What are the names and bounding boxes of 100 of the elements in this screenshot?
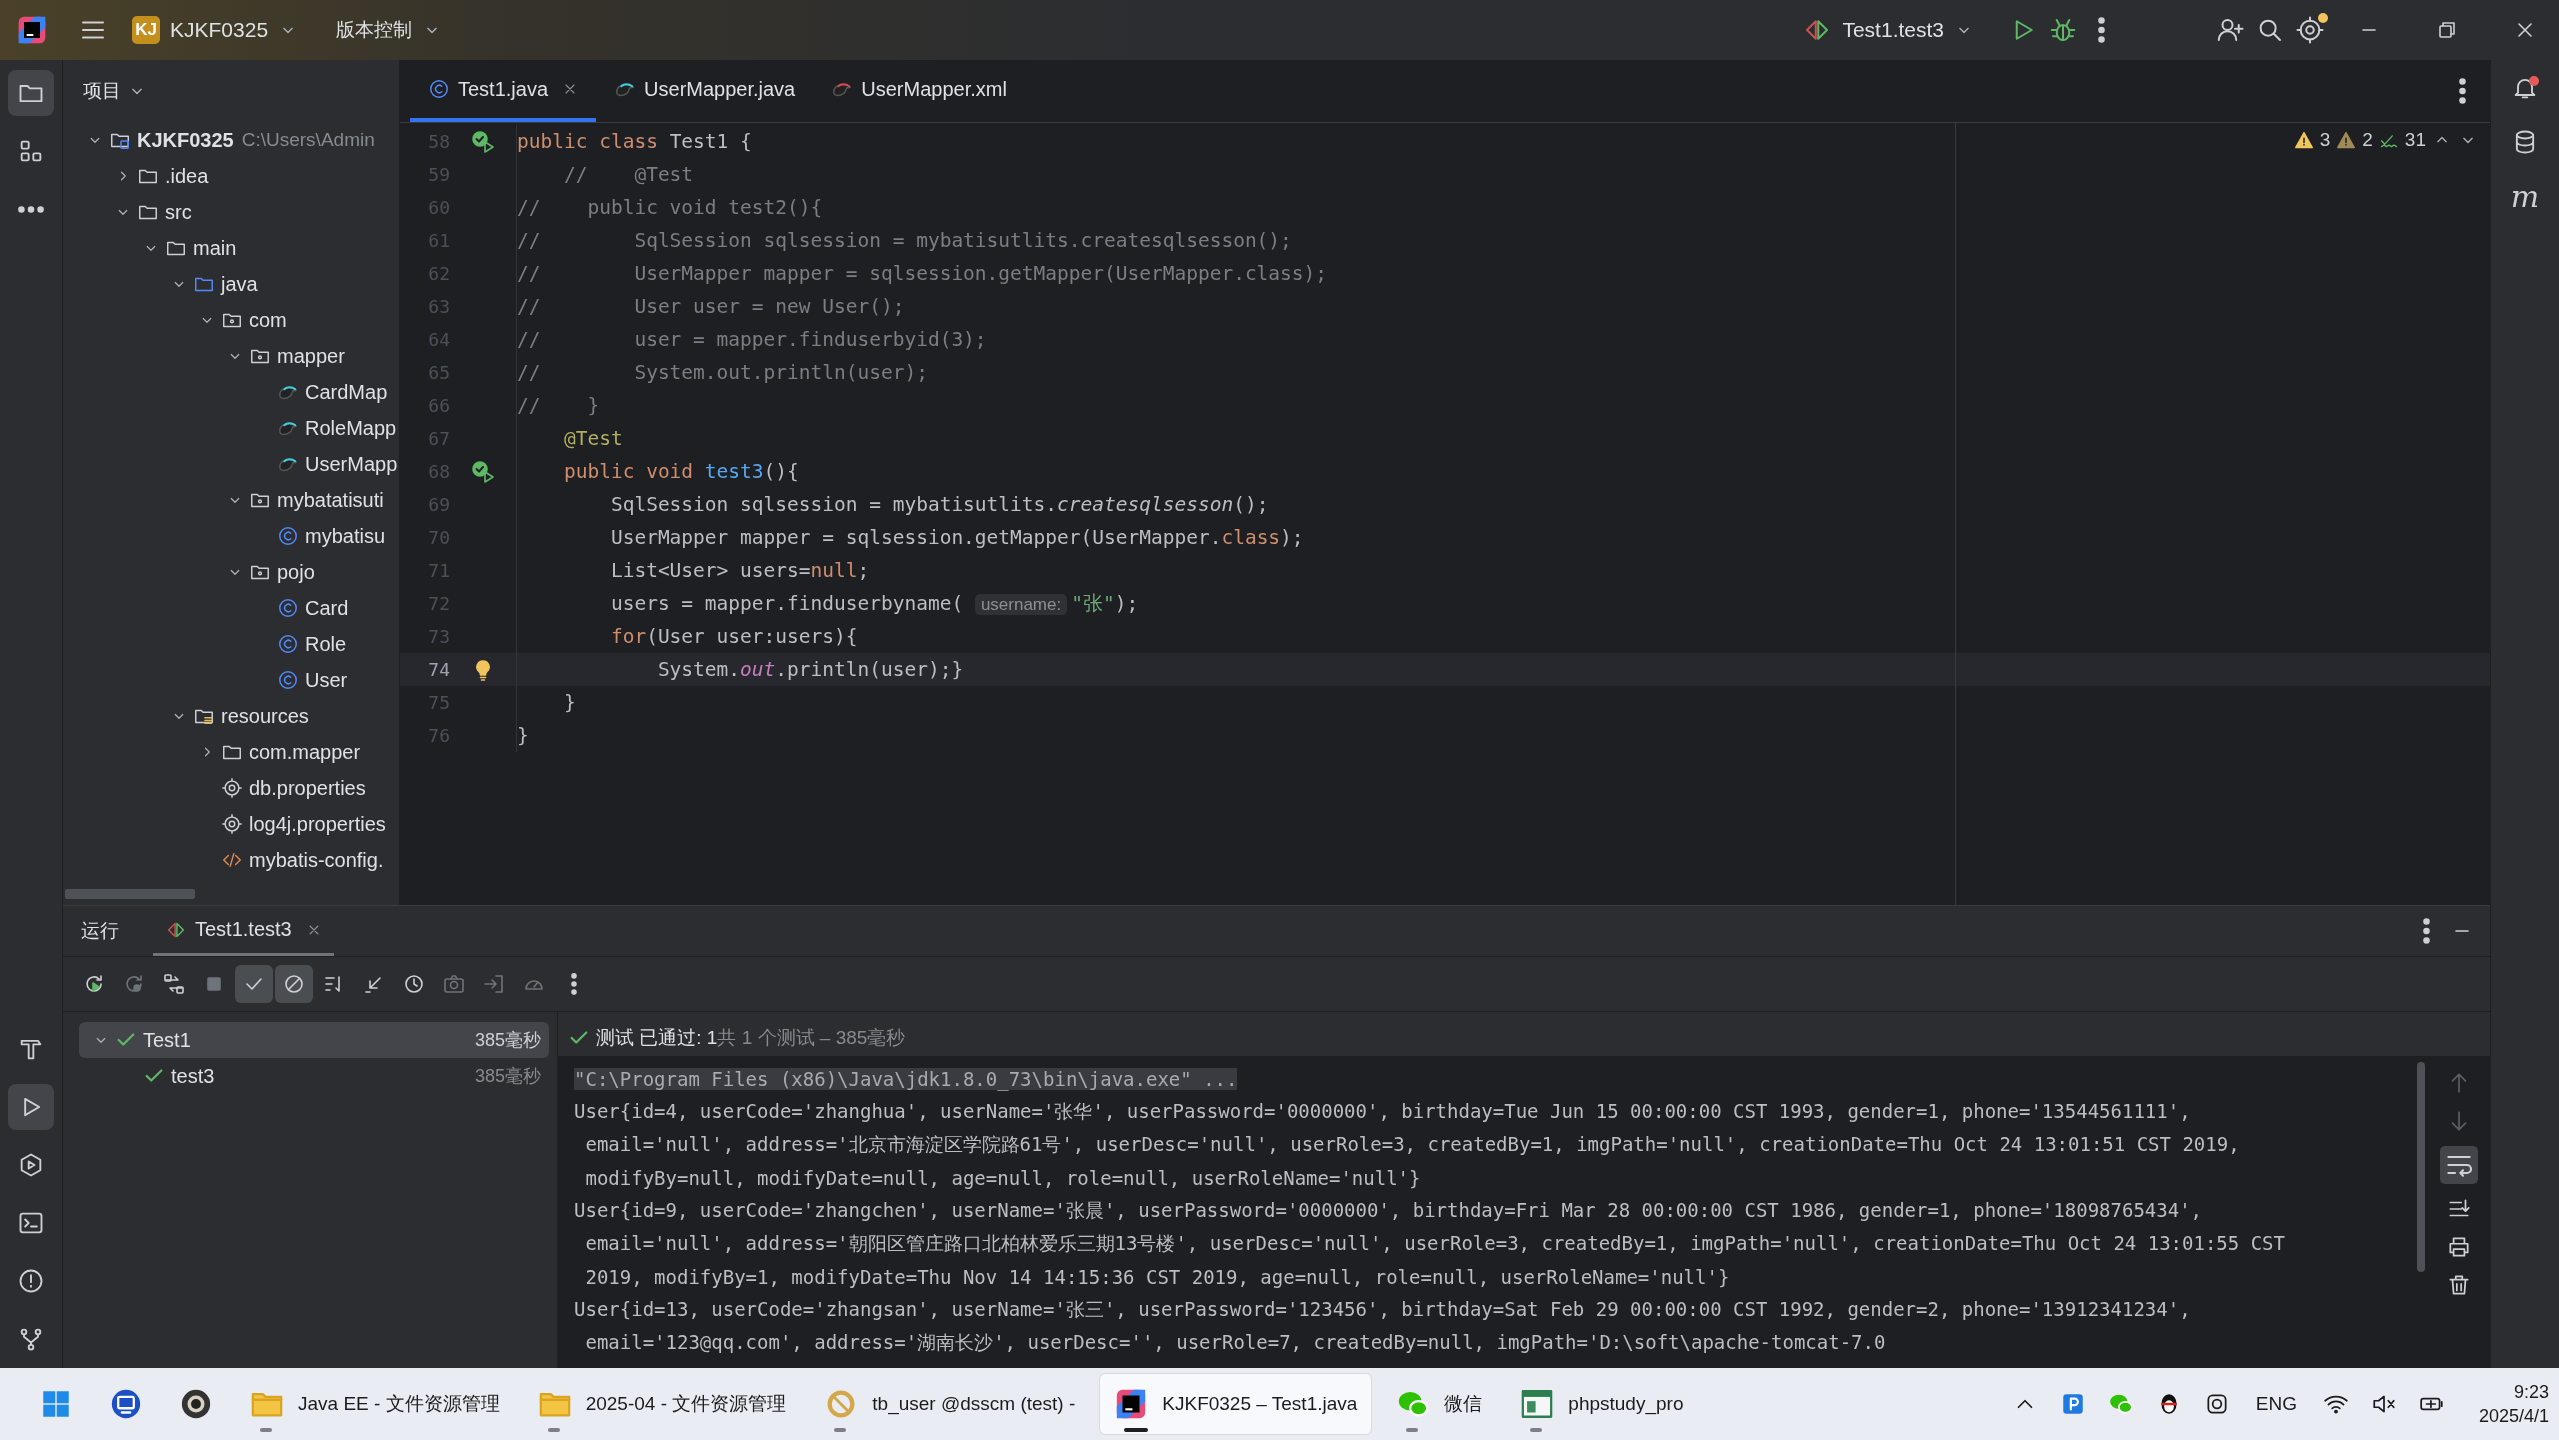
panel-title[interactable]: 项目 xyxy=(83,78,121,104)
tree-item[interactable]: mybatatisuti xyxy=(277,488,384,512)
more-icon[interactable] xyxy=(2098,17,2105,43)
test-summary: 共 1 个测试 – 385毫秒 xyxy=(717,1026,906,1050)
scrollbar-thumb[interactable] xyxy=(65,889,195,899)
gear-icon xyxy=(221,777,243,799)
code-line: // System.out.println(user); xyxy=(517,361,928,384)
tree-item[interactable]: pojo xyxy=(277,560,315,584)
tree-item[interactable]: mybatis-config. xyxy=(249,848,384,872)
console-output: User{id=4, userCode='zhanghua', userName='张华', userPassword='0000000', birthday=Tue Jun 15 00:00:00 CST 1993, gender=1, phone='13544561111', xyxy=(574,1098,2191,1124)
more-icon[interactable] xyxy=(2459,78,2466,104)
code-line: SqlSession sqlsession = mybatisutlits.createsqlsesson(); xyxy=(609,493,1269,516)
code-line: // public void test2(){ xyxy=(517,196,823,219)
class-icon xyxy=(277,597,299,619)
tree-item[interactable]: mapper xyxy=(277,344,345,368)
taskbar-window[interactable]: Java EE - 文件资源管理 xyxy=(236,1374,514,1434)
toolbar-button[interactable] xyxy=(235,965,273,1003)
tree-item[interactable]: resources xyxy=(221,704,309,728)
editor-tab[interactable]: UserMapper.xml xyxy=(813,60,1025,122)
console-command: "C:\Program Files (x86)\Java\jdk1.8.0_73\bin\java.exe" ... xyxy=(574,1067,1238,1090)
screen-app-icon[interactable] xyxy=(109,1387,143,1421)
warning-icon[interactable] xyxy=(2293,130,2314,150)
test-tree-row[interactable]: Test1 385毫秒 xyxy=(79,1022,549,1058)
toolbar-button[interactable] xyxy=(275,965,313,1003)
console-output: User{id=9, userCode='zhangchen', userName='张晨', userPassword='0000000', birthday=Fri Mar 28 00:00:00 CST 1986, gender=1, phone='18098765434', xyxy=(574,1197,2203,1223)
weak-warning-count[interactable]: 2 xyxy=(2362,129,2373,151)
disc-icon[interactable] xyxy=(179,1387,213,1421)
code-line: // UserMapper mapper = sqlsession.getMapper(UserMapper.class); xyxy=(517,262,1328,285)
tool-window-button[interactable]: m xyxy=(2510,182,2540,212)
tree-item[interactable]: CardMap xyxy=(305,380,388,404)
passed-count[interactable]: 31 xyxy=(2404,129,2426,151)
ignored-icon xyxy=(282,972,306,996)
window-title: 2025-04 - 文件资源管理 xyxy=(585,1392,787,1416)
taskbar-window[interactable]: KJKF0325 – Test1.java xyxy=(1099,1373,1373,1435)
console-output: email='null', address='北京市海淀区学院路61号', userDesc='null', userRole=3, createdBy=1, imgPath='null', creationDate=Thu Oct 24 13:01:51 CST 2019, xyxy=(584,1131,2240,1157)
tree-item[interactable]: java xyxy=(221,272,258,296)
tree-item[interactable]: .idea xyxy=(165,164,209,188)
run-tab[interactable]: Test1.test3 xyxy=(153,906,334,956)
logo-icon[interactable] xyxy=(16,14,48,46)
tool-window-button[interactable] xyxy=(8,70,54,116)
tree-item[interactable]: UserMapp xyxy=(305,452,398,476)
code-line: } xyxy=(562,691,576,714)
warning-icon[interactable] xyxy=(2336,130,2357,150)
soft-wrap-icon[interactable] xyxy=(2440,1146,2478,1184)
import-icon xyxy=(482,972,506,996)
print-icon[interactable] xyxy=(2446,1234,2472,1260)
tree-item[interactable]: Role xyxy=(305,632,347,656)
code-line: UserMapper mapper = sqlsession.getMapper(UserMapper.class); xyxy=(609,526,1304,549)
window-title: phpstudy_pro xyxy=(1568,1393,1684,1415)
toggle-icon xyxy=(162,972,186,996)
test-name: test3 xyxy=(171,1064,215,1088)
console-output: email='null', address='朝阳区管庄路口北柏林爱乐三期13号楼', userDesc='null', userRole=3, createdBy=1, imgPath='null', creationDate=Thu Oct 24 13:01:55 CST xyxy=(584,1230,2285,1256)
test-passed-icon[interactable] xyxy=(471,459,495,484)
test-tree-row[interactable]: test3 385毫秒 xyxy=(79,1058,549,1094)
taskbar-window[interactable]: tb_user @dsscm (test) - xyxy=(810,1374,1090,1434)
tree-item[interactable]: src xyxy=(165,200,192,224)
test-duration: 385毫秒 xyxy=(474,1029,541,1052)
window-title: 微信 xyxy=(1444,1392,1483,1416)
tree-item[interactable]: com xyxy=(249,308,287,332)
code-line: users = mapper.finduserbyname( username: "张"); xyxy=(609,591,1139,617)
vcs-menu[interactable]: 版本控制 xyxy=(336,17,413,43)
taskbar-window[interactable]: 2025-04 - 文件资源管理 xyxy=(523,1374,801,1434)
window-title: KJKF0325 – Test1.java xyxy=(1162,1393,1358,1415)
scrollbar-thumb[interactable] xyxy=(2417,1062,2425,1272)
code-line: @Test xyxy=(562,427,623,450)
warning-count[interactable]: 3 xyxy=(2319,129,2331,151)
tree-item[interactable]: log4j.properties xyxy=(249,812,386,836)
clock-icon xyxy=(402,972,426,996)
tree-item[interactable]: db.properties xyxy=(249,776,366,800)
editor-tab[interactable]: UserMapper.java xyxy=(596,60,814,122)
window-title: Java EE - 文件资源管理 xyxy=(298,1392,500,1416)
code-line: for(User user:users){ xyxy=(609,625,858,648)
window-icon xyxy=(1520,1387,1555,1421)
taskbar-window[interactable]: 微信 xyxy=(1382,1374,1497,1434)
clock-time[interactable]: 9:23 xyxy=(2513,1379,2549,1404)
test-duration: 385毫秒 xyxy=(474,1065,541,1088)
clock-date[interactable]: 2025/4/1 xyxy=(2478,1404,2549,1429)
more-icon xyxy=(571,973,577,995)
tree-item[interactable]: mybatisu xyxy=(305,524,386,548)
project-name[interactable]: KJKF0325 xyxy=(170,18,269,42)
taskbar-window[interactable]: phpstudy_pro xyxy=(1506,1374,1698,1434)
tree-item[interactable]: RoleMapp xyxy=(305,416,397,440)
code-line: public void test3(){ xyxy=(562,460,799,483)
code-line: // user = mapper.finduserbyid(3); xyxy=(517,328,987,351)
editor-tab[interactable]: Test1.java xyxy=(410,60,597,122)
trash-icon[interactable] xyxy=(2446,1272,2472,1298)
class-icon xyxy=(277,525,299,547)
code-line: // } xyxy=(517,394,600,417)
settings-icon[interactable] xyxy=(2295,15,2325,45)
tree-item[interactable]: main xyxy=(193,236,237,260)
test-passed-icon[interactable] xyxy=(471,129,495,154)
more-icon[interactable] xyxy=(2423,918,2430,944)
tree-item[interactable]: com.mapper xyxy=(249,740,361,764)
input-language[interactable]: ENG xyxy=(2255,1393,2297,1415)
run-configuration[interactable]: Test1.test3 xyxy=(1842,18,1944,42)
tree-item[interactable]: Card xyxy=(305,596,349,620)
tool-window-button[interactable] xyxy=(8,1084,54,1130)
code-line: public class Test1 { xyxy=(517,130,752,153)
tree-item[interactable]: User xyxy=(305,668,348,692)
tree-item[interactable]: KJKF0325 xyxy=(137,128,234,152)
